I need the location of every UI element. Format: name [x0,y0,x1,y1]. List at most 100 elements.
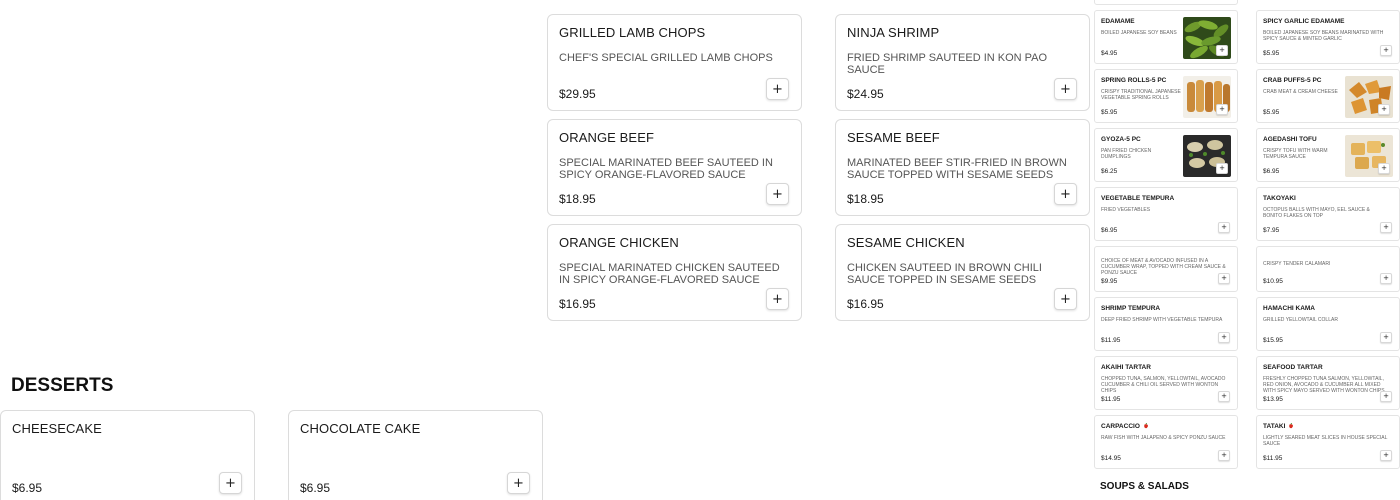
item-price: $5.95 [1263,109,1280,116]
item-price: $5.95 [1263,50,1280,57]
item-price: $7.95 [1263,227,1280,234]
item-price: $6.95 [300,481,331,495]
item-price: $4.95 [1101,50,1118,57]
item-description: BOILED JAPANESE SOY BEANS MARINATED WITH… [1263,30,1384,42]
add-to-cart-button[interactable]: + [1218,332,1230,343]
add-to-cart-button[interactable]: + [1380,391,1392,402]
add-to-cart-button[interactable]: + [1216,104,1228,115]
item-price: $11.95 [1263,455,1283,462]
add-to-cart-button[interactable]: + [1380,273,1392,284]
item-name: TATAKI [1263,423,1294,430]
item-name: ORANGE BEEF [559,130,655,145]
add-to-cart-button[interactable]: + [1218,273,1230,284]
item-name: SPICY GARLIC EDAMAME [1263,18,1345,25]
item-name: GRILLED LAMB CHOPS [559,25,706,40]
item-price: $24.95 [847,87,884,101]
add-to-cart-button[interactable]: + [1380,332,1392,343]
menu-card[interactable]: ORANGE BEEF SPECIAL MARINATED BEEF SAUTE… [547,119,802,216]
item-name: AGEDASHI TOFU [1263,136,1317,143]
item-price: $5.95 [1101,109,1118,116]
menu-card[interactable]: SESAME CHICKEN CHICKEN SAUTEED IN BROWN … [835,224,1090,321]
item-name: CHOCOLATE CAKE [300,421,421,436]
add-to-cart-button[interactable]: + [1218,222,1230,233]
side-card[interactable]: SPRING ROLLS-5 PC CRISPY TRADITIONAL JAP… [1094,69,1238,123]
item-price: $6.95 [12,481,43,495]
item-name: VEGETABLE TEMPURA [1101,195,1175,202]
side-card[interactable]: SPICY GARLIC EDAMAME BOILED JAPANESE SOY… [1256,10,1400,64]
side-card[interactable]: CRISPY TENDER CALAMARI $10.95 + [1256,246,1400,292]
add-to-cart-button[interactable]: + [1380,450,1392,461]
item-description: PAN FRIED CHICKEN DUMPLINGS [1101,148,1152,160]
side-card[interactable]: CRAB PUFFS-5 PC CRAB MEAT & CREAM CHEESE… [1256,69,1400,123]
add-to-cart-button[interactable]: + [1380,222,1392,233]
side-card-partial [1094,0,1238,5]
add-to-cart-button[interactable]: + [507,472,530,494]
side-card[interactable]: SEAFOOD TARTAR FRESHLY CHOPPED TUNA SALM… [1256,356,1400,410]
item-description: SPECIAL MARINATED BEEF SAUTEED IN SPICY … [559,157,773,181]
add-to-cart-button[interactable]: + [1054,183,1077,205]
item-description: SPECIAL MARINATED CHICKEN SAUTEED IN SPI… [559,262,780,286]
side-card[interactable]: TAKOYAKI OCTOPUS BALLS WITH MAYO, EEL SA… [1256,187,1400,241]
item-name: SESAME CHICKEN [847,235,965,250]
item-price: $16.95 [559,297,596,311]
add-to-cart-button[interactable]: + [219,472,242,494]
item-description: GRILLED YELLOWTAIL COLLAR [1263,317,1338,323]
add-to-cart-button[interactable]: + [1054,78,1077,100]
item-price: $6.95 [1263,168,1280,175]
add-to-cart-button[interactable]: + [766,288,789,310]
spring-rolls-photo: + [1183,76,1231,118]
item-description: BOILED JAPANESE SOY BEANS [1101,30,1177,36]
add-to-cart-button[interactable]: + [1378,104,1390,115]
item-description: CRISPY TRADITIONAL JAPANESE VEGETABLE SP… [1101,89,1181,101]
item-price: $6.25 [1101,168,1118,175]
item-price: $11.95 [1101,396,1121,403]
item-description: CHEF'S SPECIAL GRILLED LAMB CHOPS [559,52,773,64]
item-price: $29.95 [559,87,596,101]
tofu-photo: + [1345,135,1393,177]
side-card[interactable]: VEGETABLE TEMPURA FRIED VEGETABLES $6.95… [1094,187,1238,241]
item-name: EDAMAME [1101,18,1135,25]
side-card[interactable]: AKAIHI TARTAR CHOPPED TUNA, SALMON, YELL… [1094,356,1238,410]
menu-card[interactable]: CHEESECAKE $6.95 + [0,410,255,500]
item-name: AKAIHI TARTAR [1101,364,1151,371]
add-to-cart-button[interactable]: + [1218,450,1230,461]
side-card[interactable]: TATAKI LIGHTLY SEARED MEAT SLICES IN HOU… [1256,415,1400,469]
add-to-cart-button[interactable]: + [766,78,789,100]
side-card[interactable]: CHOICE OF MEAT & AVOCADO INFUSED IN A CU… [1094,246,1238,292]
side-card[interactable]: SHRIMP TEMPURA DEEP FRIED SHRIMP WITH VE… [1094,297,1238,351]
item-price: $9.95 [1101,278,1118,285]
side-card[interactable]: AGEDASHI TOFU CRISPY TOFU WITH WARM TEMP… [1256,128,1400,182]
item-name: CHEESECAKE [12,421,102,436]
item-name: SEAFOOD TARTAR [1263,364,1323,371]
menu-card[interactable]: CHOCOLATE CAKE $6.95 + [288,410,543,500]
section-title-desserts: DESSERTS [11,375,114,396]
item-description: FRIED SHRIMP SAUTEED IN KON PAO SAUCE [847,52,1048,76]
chili-pepper-icon [1143,423,1148,429]
item-description: CRISPY TENDER CALAMARI [1263,261,1331,267]
menu-card[interactable]: ORANGE CHICKEN SPECIAL MARINATED CHICKEN… [547,224,802,321]
item-name: NINJA SHRIMP [847,25,940,40]
side-card[interactable]: CARPACCIO RAW FISH WITH JALAPENO & SPICY… [1094,415,1238,469]
menu-card[interactable]: GRILLED LAMB CHOPS CHEF'S SPECIAL GRILLE… [547,14,802,111]
item-price: $18.95 [847,192,884,206]
add-to-cart-button[interactable]: + [1218,391,1230,402]
item-name-text: TATAKI [1263,423,1286,430]
add-to-cart-button[interactable]: + [1378,163,1390,174]
item-description: CHICKEN SAUTEED IN BROWN CHILI SAUCE TOP… [847,262,1042,286]
menu-card[interactable]: SESAME BEEF MARINATED BEEF STIR-FRIED IN… [835,119,1090,216]
item-price: $10.95 [1263,278,1283,285]
side-card[interactable]: EDAMAME BOILED JAPANESE SOY BEANS $4.95 … [1094,10,1238,64]
gyoza-photo: + [1183,135,1231,177]
item-name-text: CARPACCIO [1101,423,1140,430]
chili-pepper-icon [1289,423,1294,429]
item-description: FRESHLY CHOPPED TUNA SALMON, YELLOWTAIL,… [1263,376,1385,394]
add-to-cart-button[interactable]: + [1216,45,1228,56]
edamame-photo: + [1183,17,1231,59]
add-to-cart-button[interactable]: + [1216,163,1228,174]
add-to-cart-button[interactable]: + [1054,288,1077,310]
side-card[interactable]: HAMACHI KAMA GRILLED YELLOWTAIL COLLAR $… [1256,297,1400,351]
menu-card[interactable]: NINJA SHRIMP FRIED SHRIMP SAUTEED IN KON… [835,14,1090,111]
add-to-cart-button[interactable]: + [1380,45,1392,56]
add-to-cart-button[interactable]: + [766,183,789,205]
side-card[interactable]: GYOZA-5 PC PAN FRIED CHICKEN DUMPLINGS $… [1094,128,1238,182]
